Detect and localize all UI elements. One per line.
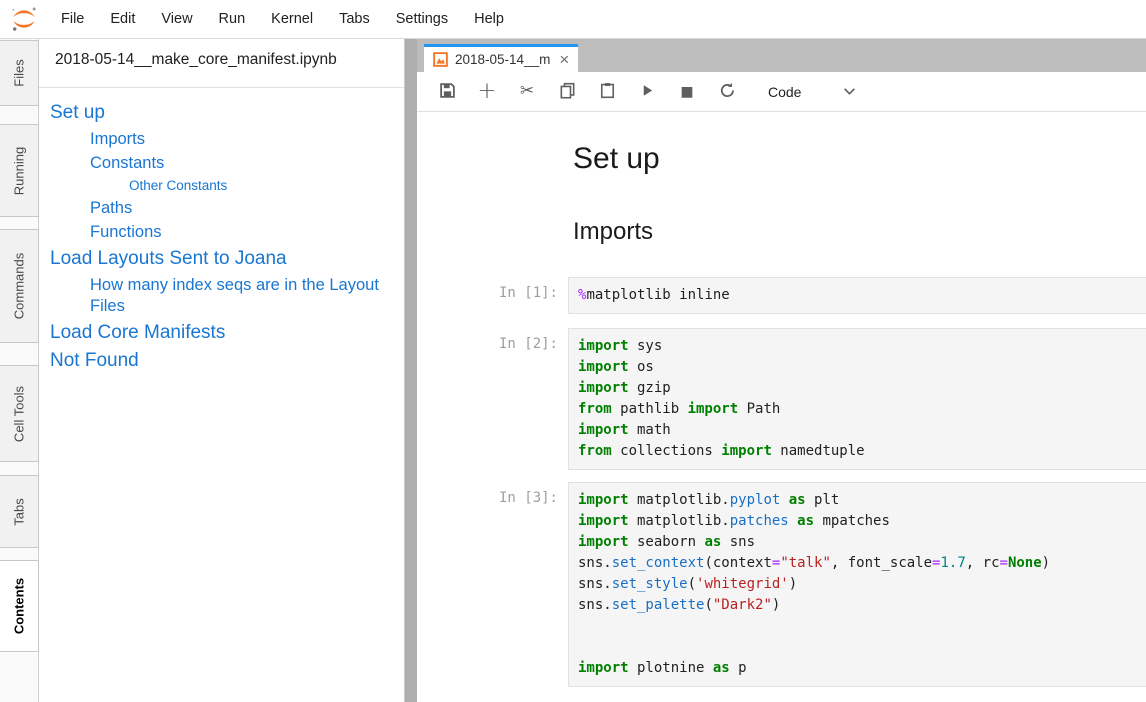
code-line: sns.set_context(context="talk", font_sca… bbox=[578, 553, 1138, 574]
tab-bar: 2018-05-14__m × bbox=[417, 39, 1146, 72]
jupyter-logo-icon bbox=[0, 5, 48, 33]
paste-icon bbox=[599, 82, 616, 102]
toc-item-imports[interactable]: Imports bbox=[90, 129, 396, 150]
code-line: sns.set_palette("Dark2") bbox=[578, 595, 1138, 616]
code-cell: In [1]: %matplotlib inline bbox=[417, 277, 1146, 314]
code-cells: In [1]:%matplotlib inlineIn [2]:import s… bbox=[417, 277, 1146, 687]
cell-editor[interactable]: import matplotlib.pyplot as pltimport ma… bbox=[568, 482, 1146, 687]
stop-button[interactable]: ■ bbox=[667, 72, 707, 112]
sidebar-tab-label: Contents bbox=[12, 578, 27, 634]
code-line bbox=[578, 616, 1138, 637]
toc-item-load-layouts-sent-to-joana[interactable]: Load Layouts Sent to Joana bbox=[50, 246, 396, 272]
menu-help[interactable]: Help bbox=[461, 0, 517, 38]
toc-item-other-constants[interactable]: Other Constants bbox=[129, 177, 396, 195]
sidebar-tab-label: Cell Tools bbox=[12, 385, 27, 441]
cell-type-dropdown[interactable]: Code bbox=[768, 84, 856, 100]
notebook-content: Set upImports In [1]:%matplotlib inlineI… bbox=[417, 112, 1146, 702]
paste-cells-button[interactable] bbox=[587, 72, 627, 112]
heading-set-up: Set up bbox=[573, 142, 1146, 176]
sidebar-tab-label: Running bbox=[12, 146, 27, 194]
restart-icon bbox=[719, 82, 736, 102]
toolbar-buttons: + ✂ ■ bbox=[427, 72, 747, 112]
insert-cell-button[interactable]: + bbox=[467, 72, 507, 112]
left-sidebar: Files Running Commands Cell Tools Tabs Conten… bbox=[0, 39, 39, 702]
heading-imports: Imports bbox=[573, 218, 1146, 246]
code-line: %matplotlib inline bbox=[578, 285, 1138, 306]
sidebar-tab-files[interactable]: Files bbox=[0, 40, 39, 106]
sidebar-tab-cell-tools[interactable]: Cell Tools bbox=[0, 365, 39, 462]
toc-item-not-found[interactable]: Not Found bbox=[50, 348, 396, 374]
code-line: import gzip bbox=[578, 378, 1138, 399]
sidebar-tab-label: Commands bbox=[12, 253, 27, 319]
code-line: import sys bbox=[578, 336, 1138, 357]
code-line bbox=[578, 637, 1138, 658]
toc-item-set-up[interactable]: Set up bbox=[50, 100, 396, 126]
chevron-down-icon bbox=[843, 87, 856, 96]
stop-icon: ■ bbox=[680, 84, 693, 99]
toc-panel: 2018-05-14__make_core_manifest.ipynb Set… bbox=[39, 39, 405, 702]
cell-prompt: In [1]: bbox=[417, 277, 568, 314]
cell-type-value: Code bbox=[768, 84, 801, 100]
notebook-tab[interactable]: 2018-05-14__m × bbox=[424, 44, 578, 72]
code-line: import matplotlib.patches as mpatches bbox=[578, 511, 1138, 532]
code-line: import plotnine as p bbox=[578, 658, 1138, 679]
code-cell: In [3]:import matplotlib.pyplot as pltim… bbox=[417, 482, 1146, 687]
toc-list: Set up Imports Constants Other Constants Pat… bbox=[39, 88, 404, 374]
toc-item-functions[interactable]: Functions bbox=[90, 222, 396, 243]
sidebar-tab-tabs[interactable]: Tabs bbox=[0, 475, 39, 548]
sidebar-tab-running[interactable]: Running bbox=[0, 124, 39, 217]
menu-edit[interactable]: Edit bbox=[97, 0, 148, 38]
code-line: from collections import namedtuple bbox=[578, 441, 1138, 462]
toc-item-load-core-manifests[interactable]: Load Core Manifests bbox=[50, 320, 396, 346]
toc-item-paths[interactable]: Paths bbox=[90, 198, 396, 219]
code-line: import math bbox=[578, 420, 1138, 441]
notebook-icon bbox=[433, 52, 448, 67]
cut-cells-button[interactable]: ✂ bbox=[507, 72, 547, 112]
cell-editor[interactable]: %matplotlib inline bbox=[568, 277, 1146, 314]
plus-icon: + bbox=[477, 80, 496, 103]
run-icon bbox=[640, 83, 655, 101]
menu-tabs[interactable]: Tabs bbox=[326, 0, 383, 38]
toc-item-how-many-index-seqs-are-in-the-layout-files[interactable]: How many index seqs are in the Layout Fi… bbox=[90, 275, 396, 317]
cut-icon: ✂ bbox=[520, 83, 534, 100]
code-line: import os bbox=[578, 357, 1138, 378]
menu-items: FileEditViewRunKernelTabsSettingsHelp bbox=[48, 0, 517, 38]
toc-notebook-title: 2018-05-14__make_core_manifest.ipynb bbox=[39, 39, 404, 88]
cell-prompt: In [3]: bbox=[417, 482, 568, 687]
menu-settings[interactable]: Settings bbox=[383, 0, 461, 38]
code-line: import matplotlib.pyplot as plt bbox=[578, 490, 1138, 511]
run-button[interactable] bbox=[627, 72, 667, 112]
code-line: import seaborn as sns bbox=[578, 532, 1138, 553]
toc-item-constants[interactable]: Constants bbox=[90, 153, 396, 174]
code-line: sns.set_style('whitegrid') bbox=[578, 574, 1138, 595]
close-icon[interactable]: × bbox=[559, 51, 569, 68]
copy-icon bbox=[559, 82, 576, 102]
copy-cells-button[interactable] bbox=[547, 72, 587, 112]
sidebar-tab-contents[interactable]: Contents bbox=[0, 560, 39, 652]
sidebar-tab-label: Tabs bbox=[12, 498, 27, 525]
save-icon bbox=[439, 82, 456, 102]
markdown-headings: Set up Imports bbox=[417, 142, 1146, 246]
sidebar-tab-commands[interactable]: Commands bbox=[0, 229, 39, 343]
menu-kernel[interactable]: Kernel bbox=[258, 0, 326, 38]
notebook-toolbar: + ✂ ■ Code bbox=[417, 72, 1146, 112]
menu-file[interactable]: File bbox=[48, 0, 97, 38]
dock-panel: 2018-05-14__m × + ✂ ■ Code Set up Imports I… bbox=[417, 39, 1146, 702]
restart-kernel-button[interactable] bbox=[707, 72, 747, 112]
code-cell: In [2]:import sysimport osimport gzipfro… bbox=[417, 328, 1146, 470]
save-button[interactable] bbox=[427, 72, 467, 112]
menu-view[interactable]: View bbox=[148, 0, 205, 38]
cell-prompt: In [2]: bbox=[417, 328, 568, 470]
cell-editor[interactable]: import sysimport osimport gzipfrom pathl… bbox=[568, 328, 1146, 470]
code-line: from pathlib import Path bbox=[578, 399, 1138, 420]
menu-run[interactable]: Run bbox=[206, 0, 259, 38]
main-area: Files Running Commands Cell Tools Tabs Conten… bbox=[0, 39, 1146, 702]
menubar: FileEditViewRunKernelTabsSettingsHelp bbox=[0, 0, 1146, 39]
panel-splitter[interactable] bbox=[405, 39, 417, 702]
sidebar-tab-label: Files bbox=[12, 59, 27, 86]
tab-label: 2018-05-14__m bbox=[455, 52, 550, 67]
